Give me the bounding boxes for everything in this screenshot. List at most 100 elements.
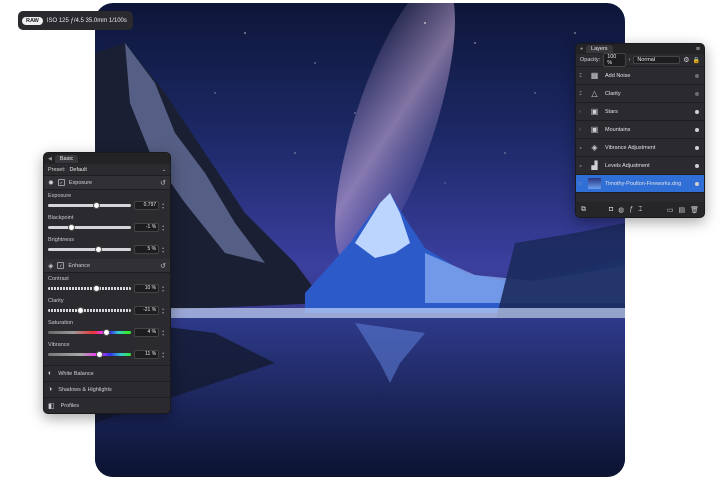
white-balance-title: White Balance xyxy=(58,370,94,377)
folder-icon[interactable]: ▭ xyxy=(667,206,674,214)
layer-row[interactable]: › ▣ Mountains xyxy=(576,121,704,139)
blend-mode-dropdown[interactable]: Normal xyxy=(633,56,681,64)
diamond-icon: ◈ xyxy=(591,143,598,152)
layer-row-selected[interactable]: □ Timothy-Poulton-Fireworks.dng xyxy=(576,175,704,193)
brightness-slider[interactable] xyxy=(48,246,131,253)
visibility-dot[interactable] xyxy=(695,163,699,168)
vibrance-slider[interactable] xyxy=(48,351,131,358)
blackpoint-stepper[interactable]: ▴ ▾ xyxy=(162,223,166,232)
opacity-input[interactable]: 100 % xyxy=(603,53,626,67)
clarity-knob[interactable] xyxy=(76,307,84,314)
visibility-dot[interactable] xyxy=(695,145,699,150)
triangle-icon: △ xyxy=(591,89,598,98)
brightness-knob[interactable] xyxy=(94,246,102,253)
exposure-value[interactable]: 0.797 xyxy=(133,201,160,210)
menu-icon[interactable]: ≡ xyxy=(696,46,700,53)
visibility-dot[interactable] xyxy=(695,181,699,186)
exposure-stepper[interactable]: ▴ ▾ xyxy=(162,201,166,210)
saturation-value[interactable]: 4 % xyxy=(133,328,160,337)
filter-icon: ⌶ xyxy=(579,72,583,79)
new-layer-icon[interactable]: ▤ xyxy=(678,206,685,214)
shadows-highlights-section[interactable]: ◑ Shadows & Highlights xyxy=(44,381,170,397)
trash-icon[interactable]: 🗑 xyxy=(690,206,699,214)
exposure-section-header[interactable]: ✹ ✓ Exposure ↺ xyxy=(44,176,170,190)
visibility-dot[interactable] xyxy=(695,91,699,96)
white-balance-icon: ◐ xyxy=(48,370,53,377)
enhance-enable-checkbox[interactable]: ✓ xyxy=(57,262,65,269)
layer-row[interactable]: ◒ ▟ Levels Adjustment xyxy=(576,157,704,175)
profiles-section[interactable]: ◧ Profiles xyxy=(44,397,170,413)
copy-icon[interactable]: ⧉ xyxy=(581,206,586,214)
clarity-value[interactable]: -21 % xyxy=(133,306,160,315)
reset-icon[interactable]: ↺ xyxy=(160,179,166,187)
diamond-icon: ◈ xyxy=(48,262,54,270)
close-icon[interactable]: ● xyxy=(580,46,583,52)
brightness-value[interactable]: 5 % xyxy=(133,245,160,254)
exposure-knob[interactable] xyxy=(93,202,101,209)
layer-row[interactable]: ⌶ ▦ Add Noise xyxy=(576,67,704,85)
clarity-slider[interactable] xyxy=(48,307,131,314)
mask-icon[interactable]: ◘ xyxy=(609,206,613,213)
visibility-dot[interactable] xyxy=(695,109,699,114)
expand-icon[interactable]: › xyxy=(579,127,584,133)
adjustment-icon: ◒ xyxy=(579,144,583,151)
shadows-highlights-title: Shadows & Highlights xyxy=(58,386,112,393)
exif-text: ISO 125 ƒ/4.5 35.0mm 1/100s xyxy=(46,17,127,24)
half-circle-icon: ◑ xyxy=(48,386,53,393)
visibility-dot[interactable] xyxy=(695,73,699,78)
tab-basic[interactable]: Basic xyxy=(54,154,79,163)
clarity-label: Clarity xyxy=(48,298,64,304)
exposure-enable-checkbox[interactable]: ✓ xyxy=(57,179,65,186)
contrast-value[interactable]: 10 % xyxy=(133,284,160,293)
photo-canvas xyxy=(95,3,625,477)
contrast-stepper[interactable]: ▴ ▾ xyxy=(162,284,166,293)
blackpoint-slider[interactable] xyxy=(48,224,131,231)
layer-name: Levels Adjustment xyxy=(605,162,650,169)
layer-row[interactable]: › ▣ Stars xyxy=(576,103,704,121)
layer-name: Mountains xyxy=(605,126,631,133)
vibrance-stepper[interactable]: ▴ ▾ xyxy=(162,350,166,359)
saturation-knob[interactable] xyxy=(103,329,111,336)
brightness-stepper[interactable]: ▴ ▾ xyxy=(162,245,166,254)
saturation-slider[interactable] xyxy=(48,329,131,336)
fx-icon[interactable]: ƒ xyxy=(629,206,633,213)
exposure-label: Exposure xyxy=(48,193,72,199)
opacity-row: Opacity: 100 % › Normal ⚙ 🔒 xyxy=(576,53,704,67)
preset-dropdown[interactable]: Default xyxy=(69,167,86,173)
chevron-right-icon[interactable]: › xyxy=(629,57,631,63)
layer-row[interactable]: ◒ ◈ Vibrance Adjustment xyxy=(576,139,704,157)
layer-name: Timothy-Poulton-Fireworks.dng xyxy=(605,180,682,187)
contrast-slider[interactable] xyxy=(48,285,131,292)
reset-icon[interactable]: ↺ xyxy=(160,262,166,270)
blackpoint-knob[interactable] xyxy=(68,224,76,231)
group-icon: ▣ xyxy=(590,107,599,116)
visibility-dot[interactable] xyxy=(695,127,699,132)
enhance-section-header[interactable]: ◈ ✓ Enhance ↺ xyxy=(44,259,170,273)
adjustment-add-icon[interactable]: ◍ xyxy=(618,206,624,214)
blackpoint-label: Blackpoint xyxy=(48,215,74,221)
text-cursor-icon[interactable]: ⌶ xyxy=(638,206,642,214)
checkbox-icon[interactable]: □ xyxy=(579,181,584,187)
adjustment-icon: ◒ xyxy=(579,162,583,169)
clarity-stepper[interactable]: ▴ ▾ xyxy=(162,306,166,315)
exposure-control: Exposure 0.797 ▴ ▾ xyxy=(44,190,170,212)
profiles-icon: ◧ xyxy=(48,402,55,410)
saturation-stepper[interactable]: ▴ ▾ xyxy=(162,328,166,337)
tab-layers[interactable]: Layers xyxy=(586,45,613,53)
contrast-knob[interactable] xyxy=(93,285,101,292)
expand-icon[interactable]: › xyxy=(579,109,584,115)
brightness-control: Brightness 5 % ▴ ▾ xyxy=(44,234,170,256)
chevron-down-icon[interactable]: ⌄ xyxy=(162,167,166,173)
vibrance-knob[interactable] xyxy=(96,351,104,358)
blackpoint-value[interactable]: -1 % xyxy=(133,223,160,232)
exposure-slider[interactable] xyxy=(48,202,131,209)
vibrance-value[interactable]: 11 % xyxy=(133,350,160,359)
collapse-icon[interactable]: ◀ xyxy=(48,156,52,162)
basic-panel: ◀ Basic Preset: Default ⌄ ✹ ✓ Exposure ↺… xyxy=(43,152,171,414)
layer-row[interactable]: ⌶ △ Clarity xyxy=(576,85,704,103)
gear-icon[interactable]: ⚙ xyxy=(683,56,689,64)
layer-name: Clarity xyxy=(605,90,621,97)
lock-icon[interactable]: 🔒 xyxy=(693,57,700,64)
layer-name: Stars xyxy=(605,108,618,115)
white-balance-section[interactable]: ◐ White Balance xyxy=(44,365,170,381)
